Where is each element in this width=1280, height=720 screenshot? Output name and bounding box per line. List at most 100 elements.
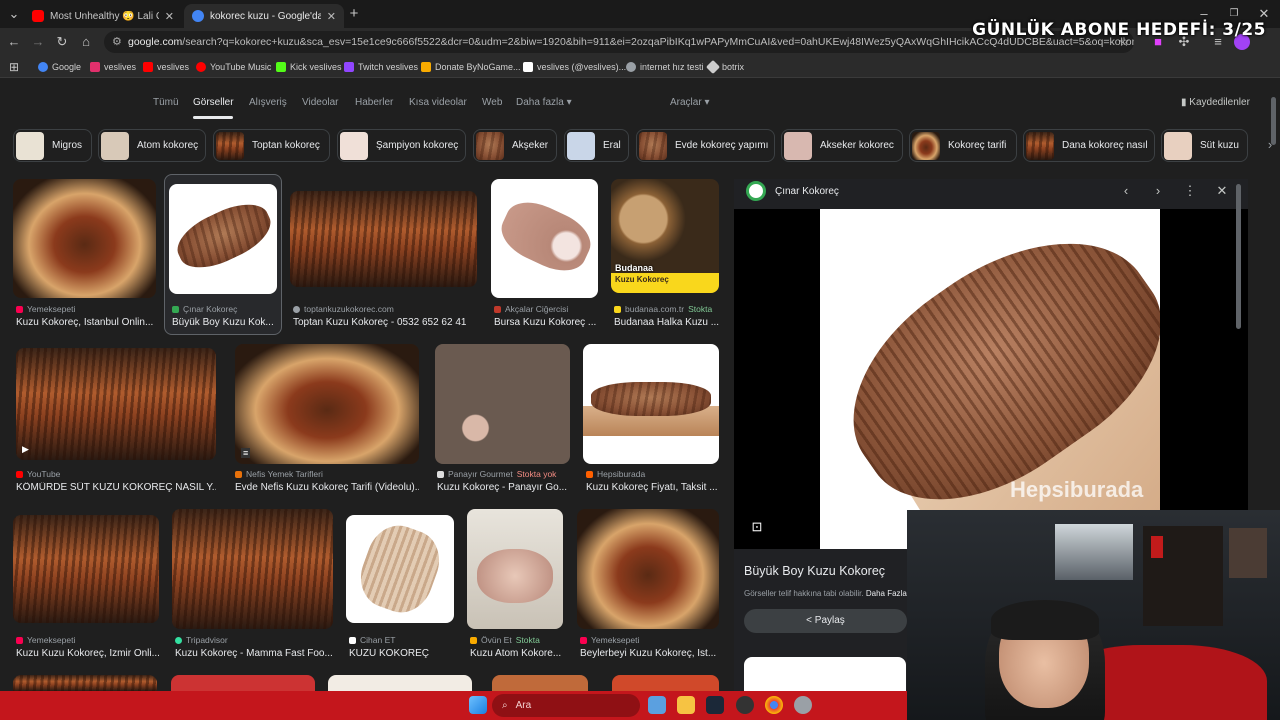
close-tab-icon[interactable]: ✕ <box>327 10 336 23</box>
apps-grid-icon[interactable]: ⊞ <box>6 59 22 75</box>
result-image[interactable] <box>13 675 157 691</box>
result-source: Çınar Kokoreç <box>172 304 277 314</box>
bookmark-item[interactable]: Google <box>38 60 81 74</box>
tab-all[interactable]: Tümü <box>153 97 179 108</box>
chip-migros[interactable]: Migros <box>13 129 92 162</box>
chip-thumbnail <box>639 131 667 160</box>
chip-kokorec-tarifi[interactable]: Kokoreç tarifi <box>909 129 1017 162</box>
chip-atom-kokorec[interactable]: Atom kokoreç <box>98 129 206 162</box>
result-image[interactable] <box>172 509 333 629</box>
result-title[interactable]: Kuzu Atom Kokore... <box>470 648 564 659</box>
result-title[interactable]: Kuzu Kuzu Kokoreç, İzmir Onli... <box>16 648 160 659</box>
chip-akseker-kokorec[interactable]: Akseker kokorec <box>781 129 903 162</box>
panel-title[interactable]: Büyük Boy Kuzu Kokoreç <box>744 564 885 578</box>
bookmark-item[interactable]: YouTube Music <box>196 60 271 74</box>
bookmark-item[interactable]: veslives <box>143 60 189 74</box>
saved-button[interactable]: ▮ Kaydedilenler <box>1181 97 1250 108</box>
chip-evde-kokorec[interactable]: Evde kokoreç yapımı <box>636 129 775 162</box>
tab-news[interactable]: Haberler <box>355 97 393 108</box>
tab-search-icon[interactable]: ⌄ <box>6 6 22 22</box>
tab-google-search[interactable]: kokorec kuzu - Google'da Ara ✕ <box>184 4 344 28</box>
bookmark-item[interactable]: botrix <box>705 59 744 75</box>
result-image[interactable] <box>171 675 315 691</box>
close-panel-icon[interactable]: ✕ <box>1214 183 1230 199</box>
settings-icon[interactable] <box>794 696 812 714</box>
result-image[interactable]: ▶ <box>16 348 216 460</box>
lens-search-icon[interactable]: ⊡ <box>749 519 765 535</box>
bookmark-item[interactable]: internet hız testi <box>626 60 704 74</box>
result-title[interactable]: KUZU KOKOREÇ <box>349 648 457 659</box>
tab-short-videos[interactable]: Kısa videolar <box>409 97 467 108</box>
result-image[interactable] <box>577 509 719 629</box>
more-options-icon[interactable]: ⋮ <box>1182 183 1198 199</box>
result-title[interactable]: Büyük Boy Kuzu Kok... <box>172 317 277 328</box>
bookmark-item[interactable]: Donate ByNoGame... <box>421 60 521 74</box>
result-image[interactable] <box>435 344 570 464</box>
result-title[interactable]: KÖMÜRDE SÜT KUZU KOKOREÇ NASIL Y... <box>16 482 216 493</box>
chip-toptan-kokorec[interactable]: Toptan kokoreç <box>213 129 330 162</box>
share-button[interactable]: < Paylaş <box>744 609 907 633</box>
bookmark-item[interactable]: veslives <box>90 60 136 74</box>
reload-icon[interactable]: ↻ <box>54 34 70 50</box>
site-info-icon[interactable]: ⚙ <box>112 35 122 48</box>
chip-thumbnail <box>1026 131 1054 160</box>
tab-youtube[interactable]: Most Unhealthy 😳 Lali Chhang ✕ <box>24 4 182 28</box>
tab-web[interactable]: Web <box>482 97 502 108</box>
more-link[interactable]: Daha Fazla <box>866 589 907 598</box>
bookmark-item[interactable]: Twitch veslives <box>344 60 418 74</box>
result-title[interactable]: Kuzu Kokoreç, İstanbul Onlin... <box>16 317 156 328</box>
result-title[interactable]: Kuzu Kokoreç - Panayır Go... <box>437 482 572 493</box>
result-title[interactable]: Beylerbeyi Kuzu Kokoreç, İst... <box>580 648 720 659</box>
result-title[interactable]: Kuzu Kokoreç Fiyatı, Taksit ... <box>586 482 720 493</box>
taskbar-search[interactable]: ⌕ Ara <box>492 694 640 717</box>
result-image[interactable] <box>13 179 156 298</box>
tab-videos[interactable]: Videolar <box>302 97 339 108</box>
result-image[interactable] <box>13 515 159 623</box>
result-image[interactable] <box>346 515 454 623</box>
chip-sampiyon-kokorec[interactable]: Şampiyon kokoreç <box>337 129 466 162</box>
previous-icon[interactable]: ‹ <box>1118 183 1134 199</box>
result-title[interactable]: Budanaa Halka Kuzu ... <box>614 317 720 328</box>
windows-start-icon[interactable] <box>469 696 487 714</box>
close-tab-icon[interactable]: ✕ <box>165 10 174 23</box>
tab-more[interactable]: Daha fazla ▾ <box>516 97 572 108</box>
obs-icon[interactable] <box>736 696 754 714</box>
bookmark-item[interactable]: Kick veslives <box>276 60 342 74</box>
preview-image[interactable]: Hepsiburada <box>820 209 1160 549</box>
result-title[interactable]: Bursa Kuzu Kokoreç ... <box>494 317 599 328</box>
result-image[interactable] <box>491 179 598 298</box>
new-tab-button[interactable]: + <box>346 6 362 22</box>
forward-icon[interactable]: → <box>30 34 46 50</box>
chip-eral[interactable]: Eral <box>564 129 629 162</box>
result-image[interactable]: ≡ <box>235 344 419 464</box>
file-explorer-icon[interactable] <box>677 696 695 714</box>
panel-scrollbar[interactable] <box>1236 184 1241 329</box>
result-image[interactable]: Budanaa Kuzu Kokoreç <box>611 179 719 293</box>
tools-button[interactable]: Araçlar ▾ <box>670 97 710 108</box>
visit-card[interactable] <box>744 657 906 691</box>
panel-site-name[interactable]: Çınar Kokoreç <box>775 186 839 197</box>
chip-sut-kuzu[interactable]: Süt kuzu <box>1161 129 1248 162</box>
result-title[interactable]: Toptan Kuzu Kokoreç - 0532 652 62 41 <box>293 317 478 328</box>
result-image-selected[interactable] <box>169 184 277 294</box>
tab-shopping[interactable]: Alışveriş <box>249 97 287 108</box>
result-title[interactable]: Kuzu Kokoreç - Mamma Fast Foo... <box>175 648 333 659</box>
result-image[interactable] <box>467 509 563 629</box>
back-icon[interactable]: ← <box>6 34 22 50</box>
result-image[interactable] <box>583 344 719 464</box>
widgets-icon[interactable] <box>648 696 666 714</box>
result-image[interactable] <box>290 191 477 287</box>
result-image[interactable] <box>328 675 472 691</box>
tab-images[interactable]: Görseller <box>193 97 234 108</box>
bookmark-item[interactable]: veslives (@veslives)... <box>523 60 626 74</box>
home-icon[interactable]: ⌂ <box>78 34 94 50</box>
steam-icon[interactable] <box>706 696 724 714</box>
page-scrollbar[interactable] <box>1271 97 1276 145</box>
result-image[interactable] <box>492 675 588 691</box>
chip-akseker[interactable]: Akşeker <box>473 129 557 162</box>
chrome-icon[interactable] <box>765 696 783 714</box>
result-title[interactable]: Evde Nefis Kuzu Kokoreç Tarifi (Videolu)… <box>235 482 419 493</box>
next-icon[interactable]: › <box>1150 183 1166 199</box>
chip-dana-kokorec[interactable]: Dana kokoreç nasıl <box>1023 129 1155 162</box>
result-image[interactable] <box>612 675 719 691</box>
